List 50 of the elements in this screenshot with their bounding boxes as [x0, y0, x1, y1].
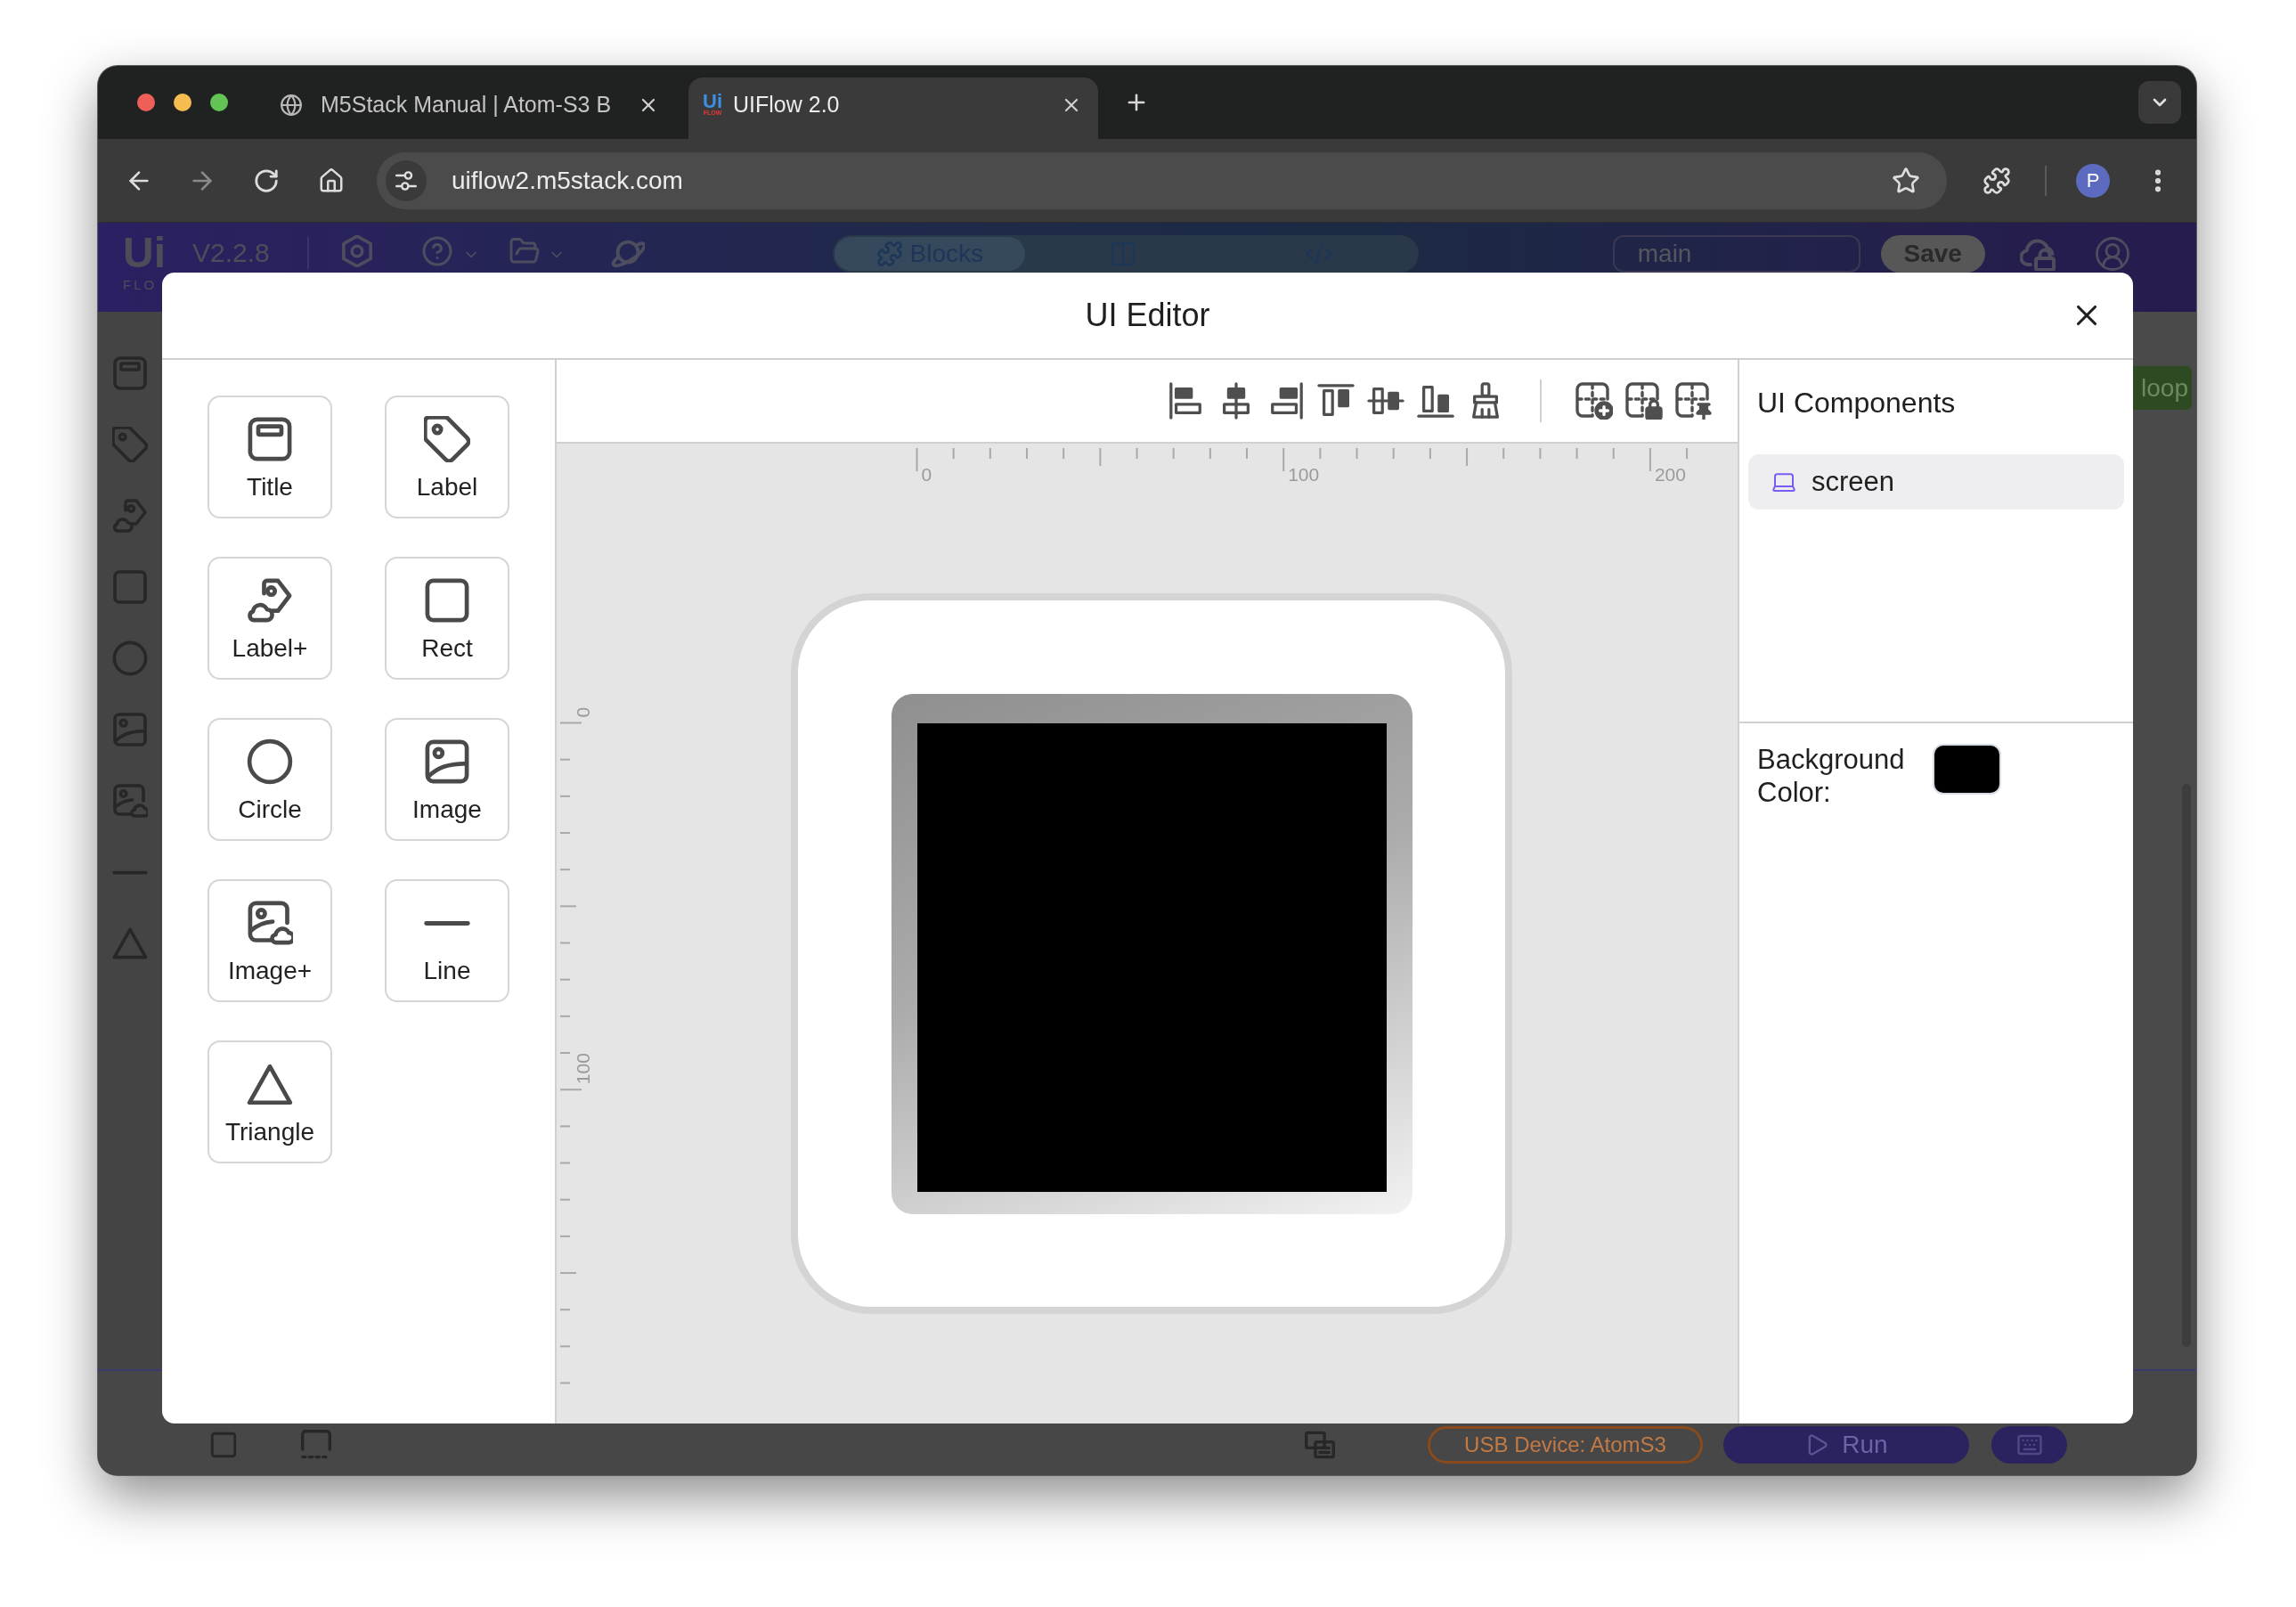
grid-lock-icon[interactable]	[1625, 382, 1663, 420]
ruler-label: 100	[573, 1053, 593, 1085]
extensions-icon[interactable]	[1983, 166, 2011, 195]
url-text: uiflow2.m5stack.com	[452, 165, 684, 196]
triangle-icon	[247, 1063, 293, 1105]
reload-icon[interactable]	[253, 167, 280, 194]
window-icon	[247, 416, 293, 462]
component-button[interactable]: Label	[385, 396, 509, 518]
zoom-window-icon[interactable]	[210, 94, 228, 111]
tree-item[interactable]: screen	[1748, 454, 2124, 510]
component-button[interactable]: Line	[385, 879, 509, 1002]
tab-title: M5Stack Manual | Atom-S3 B	[321, 90, 613, 118]
tune-icon	[395, 169, 417, 192]
favicon-mark: Ui	[703, 93, 722, 110]
grid-pin-icon[interactable]	[1675, 382, 1713, 420]
image-cloud-icon	[247, 900, 293, 946]
address-bar[interactable]: uiflow2.m5stack.com	[377, 151, 1947, 209]
tab-title: UIFlow 2.0	[733, 90, 841, 118]
tag-cloud-icon	[247, 577, 293, 624]
site-info-button[interactable]	[386, 159, 427, 201]
component-button[interactable]: Circle	[208, 718, 332, 841]
minimize-window-icon[interactable]	[174, 94, 191, 111]
image-icon	[424, 738, 470, 785]
grid-plus-icon[interactable]	[1575, 382, 1613, 420]
close-window-icon[interactable]	[137, 94, 155, 111]
puzzle-icon	[875, 241, 903, 267]
component-button[interactable]: Label+	[208, 557, 332, 680]
color-swatch[interactable]	[1933, 744, 2001, 795]
bookmark-star-icon[interactable]	[1892, 166, 1920, 195]
home-icon[interactable]	[318, 167, 345, 194]
panel-title: UI Components	[1756, 387, 1957, 419]
browser-tab[interactable]: M5Stack Manual | Atom-S3 B	[267, 77, 677, 139]
dialog-title: UI Editor	[1085, 296, 1210, 335]
circle-icon	[247, 738, 293, 785]
globe-icon	[280, 93, 303, 117]
component-button[interactable]: Title	[208, 396, 332, 518]
property-label: Background Color:	[1757, 743, 1906, 809]
ruler-label: 100	[1288, 464, 1320, 485]
ruler-label: 0	[573, 706, 593, 718]
component-button[interactable]: Rect	[385, 557, 509, 680]
line-icon	[424, 919, 470, 926]
ruler-label: 200	[1654, 464, 1686, 485]
component-button[interactable]: Image	[385, 718, 509, 841]
component-button[interactable]: Triangle	[208, 1040, 332, 1163]
tab-search-button[interactable]	[2138, 81, 2181, 124]
tag-icon	[424, 416, 470, 462]
component-button[interactable]: Image+	[208, 879, 332, 1002]
ruler-label: 0	[921, 464, 932, 485]
profile-button[interactable]: P	[2076, 163, 2110, 198]
square-icon	[424, 577, 470, 624]
